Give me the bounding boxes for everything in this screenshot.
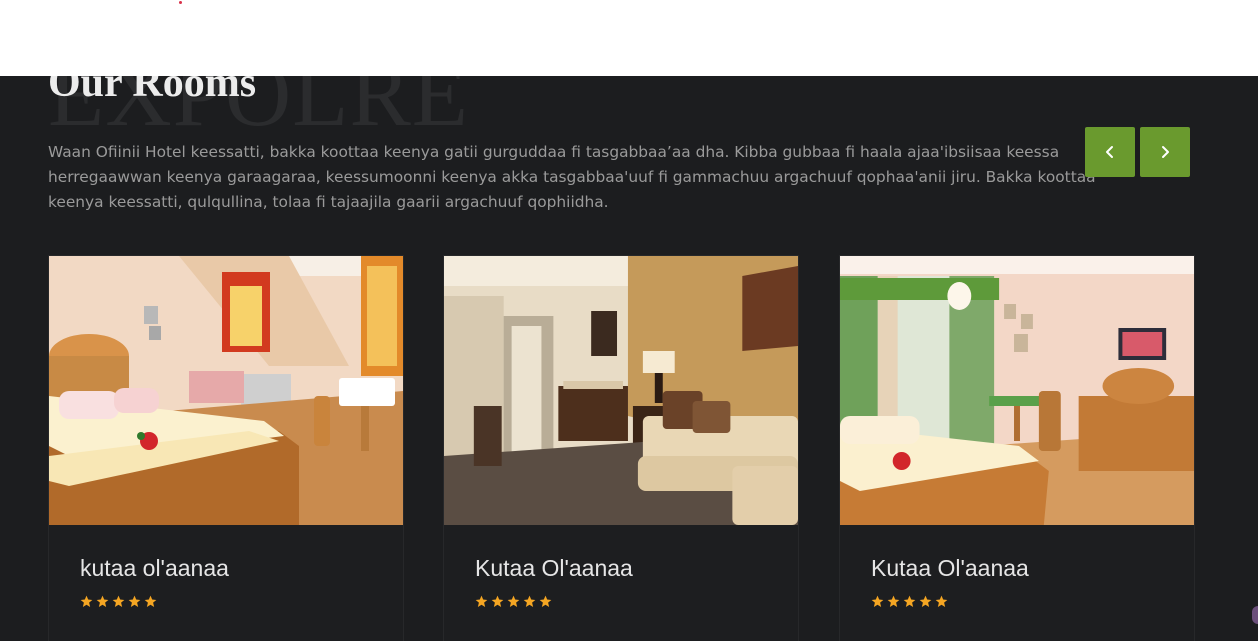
room-photo[interactable] <box>49 256 403 525</box>
star-icon <box>144 595 157 608</box>
header-dot <box>179 1 182 4</box>
star-icon <box>887 595 900 608</box>
star-icon <box>491 595 504 608</box>
star-icon <box>507 595 520 608</box>
section-description: Waan Ofiinii Hotel keessatti, bakka koot… <box>48 143 1096 211</box>
carousel-next-button[interactable] <box>1140 127 1190 177</box>
room-photo[interactable] <box>444 256 798 525</box>
star-icon <box>919 595 932 608</box>
floating-widget-edge[interactable] <box>1252 606 1258 624</box>
star-icon <box>112 595 125 608</box>
room-card[interactable]: Kutaa Ol'aanaa <box>839 255 1195 641</box>
room-rating <box>871 595 948 608</box>
star-icon <box>935 595 948 608</box>
room-name[interactable]: Kutaa Ol'aanaa <box>871 555 1029 582</box>
carousel-prev-button[interactable] <box>1085 127 1135 177</box>
room-name[interactable]: kutaa ol'aanaa <box>80 555 229 582</box>
room-rating <box>80 595 157 608</box>
chevron-right-icon <box>1162 146 1169 158</box>
site-header <box>0 0 1258 76</box>
star-icon <box>523 595 536 608</box>
rooms-section: EXPOLRE Our Rooms Waan Ofiinii Hotel kee… <box>0 76 1258 641</box>
bedroom-photo-icon <box>49 256 403 525</box>
room-card[interactable]: kutaa ol'aanaa <box>48 255 404 641</box>
star-icon <box>871 595 884 608</box>
star-icon <box>475 595 488 608</box>
chevron-left-icon <box>1106 146 1113 158</box>
room-name[interactable]: Kutaa Ol'aanaa <box>475 555 633 582</box>
star-icon <box>96 595 109 608</box>
room-photo[interactable] <box>840 256 1194 525</box>
bedroom-photo-icon <box>840 256 1194 525</box>
suite-photo-icon <box>444 256 798 525</box>
section-title: Our Rooms <box>48 76 257 106</box>
star-icon <box>80 595 93 608</box>
room-card[interactable]: Kutaa Ol'aanaa <box>443 255 799 641</box>
star-icon <box>128 595 141 608</box>
star-icon <box>539 595 552 608</box>
room-rating <box>475 595 552 608</box>
star-icon <box>903 595 916 608</box>
